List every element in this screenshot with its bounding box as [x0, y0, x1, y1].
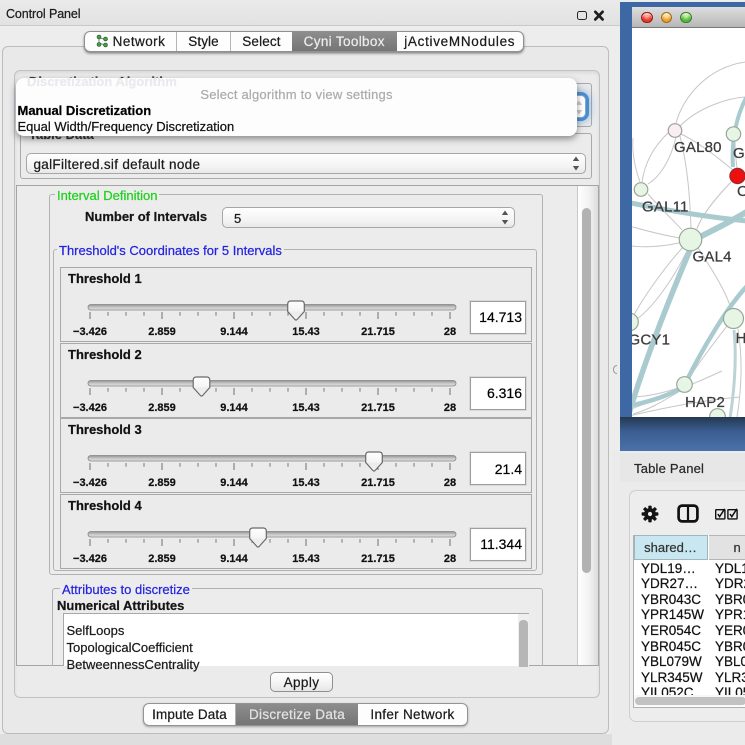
- svg-text:GAL80: GAL80: [674, 139, 722, 156]
- svg-text:GAL4: GAL4: [693, 249, 732, 266]
- svg-text:GCY1: GCY1: [632, 332, 670, 349]
- svg-text:HAP2: HAP2: [685, 394, 725, 411]
- svg-text:HA: HA: [736, 330, 745, 347]
- svg-text:GA: GA: [733, 145, 745, 162]
- svg-text:GAL11: GAL11: [642, 199, 689, 216]
- svg-text:C: C: [737, 183, 745, 200]
